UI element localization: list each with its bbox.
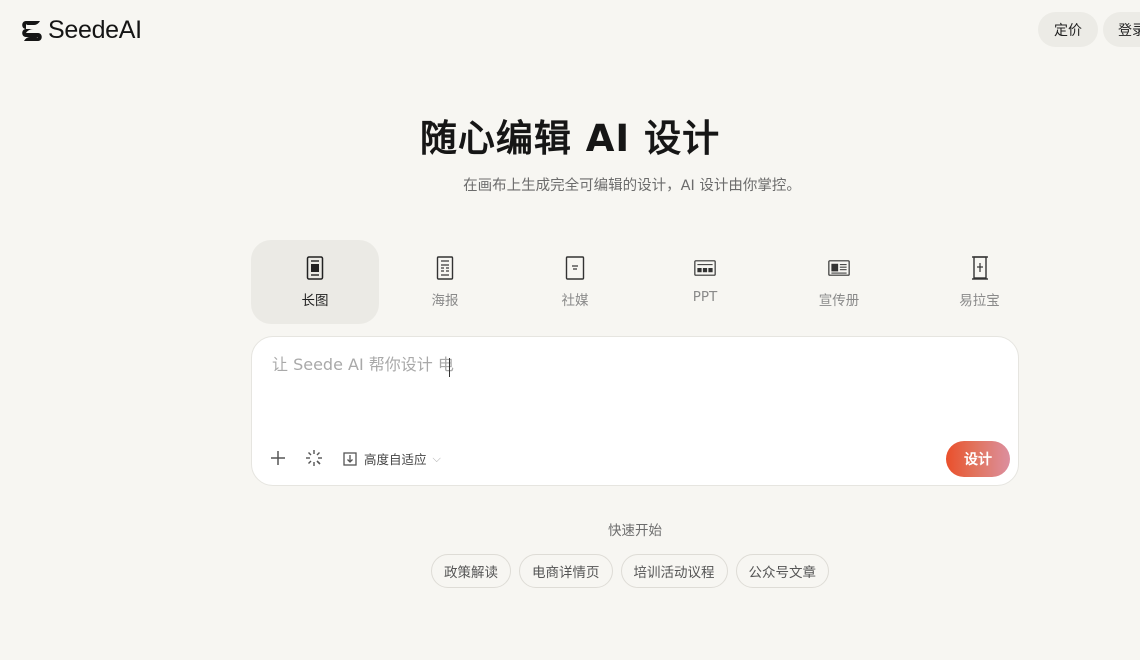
ppt-icon [694, 255, 716, 281]
tab-long-image[interactable]: 长图 [251, 240, 379, 324]
page-subtitle: 在画布上生成完全可编辑的设计，AI 设计由你掌控。 [463, 178, 801, 194]
quick-start-title: 快速开始 [608, 523, 662, 539]
tab-brochure[interactable]: 宣传册 [771, 240, 907, 324]
tab-label: 海报 [431, 293, 459, 309]
prompt-box: 高度自适应 ⌵ 设计 [251, 336, 1019, 486]
quick-start-chip-article[interactable]: 公众号文章 [735, 554, 829, 588]
long-image-icon [304, 255, 326, 281]
plus-icon [271, 451, 285, 465]
tab-rollup-banner[interactable]: 易拉宝 [907, 240, 1052, 324]
add-attachment-button[interactable] [269, 449, 287, 467]
tab-social-media[interactable]: 社媒 [511, 240, 639, 324]
quick-start-chip-training[interactable]: 培训活动议程 [620, 554, 728, 588]
prompt-input[interactable] [272, 355, 992, 374]
tab-label: 长图 [301, 293, 329, 309]
tab-label: 社媒 [561, 293, 589, 309]
rollup-banner-icon [969, 255, 991, 281]
page-title: 随心编辑 AI 设计 [419, 117, 721, 160]
quick-start-chips: 政策解读 电商详情页 培训活动议程 公众号文章 [431, 554, 829, 588]
poster-icon [434, 255, 456, 281]
logo-text: SeedeAI [48, 16, 142, 44]
social-media-icon [564, 255, 586, 281]
chevron-down-icon: ⌵ [432, 451, 441, 465]
tab-label: 宣传册 [818, 293, 860, 309]
text-caret [449, 358, 450, 377]
tab-label: 易拉宝 [959, 293, 1000, 309]
magic-wand-icon [306, 450, 322, 466]
quick-start-chip-ecommerce[interactable]: 电商详情页 [519, 554, 613, 588]
tab-poster[interactable]: 海报 [379, 240, 511, 324]
design-submit-button[interactable]: 设计 [946, 441, 1010, 477]
height-adjust-icon [343, 451, 357, 466]
logo[interactable]: SeedeAI [20, 16, 142, 45]
height-mode-label: 高度自适应 [364, 452, 427, 467]
page: SeedeAI 定价 登录 随心编辑 AI 设计 在画布上生成完全可编辑的设计，… [0, 0, 1140, 660]
tab-label: PPT [692, 289, 718, 305]
login-button[interactable]: 登录 [1103, 12, 1140, 47]
tab-ppt[interactable]: PPT [639, 240, 771, 324]
design-type-tabs: 长图 海报 社媒 PPT 宣传册 易拉宝 [251, 240, 1019, 324]
pricing-button[interactable]: 定价 [1038, 12, 1098, 47]
seede-logo-icon [22, 20, 42, 41]
quick-start-chip-policy[interactable]: 政策解读 [431, 554, 511, 588]
magic-enhance-button[interactable] [305, 449, 323, 467]
height-mode-select[interactable]: 高度自适应 ⌵ [342, 449, 441, 468]
brochure-icon [828, 255, 850, 281]
